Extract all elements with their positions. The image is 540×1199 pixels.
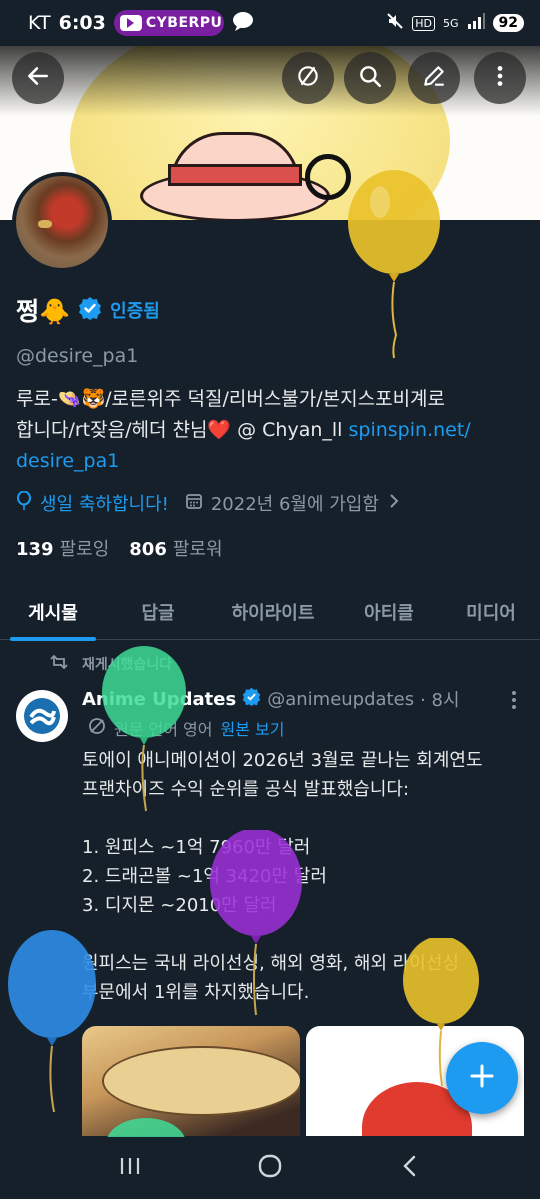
edit-button[interactable]	[408, 52, 460, 104]
verified-badge-icon	[242, 687, 261, 711]
play-icon	[119, 15, 142, 31]
bio-link-cont[interactable]: desire_pa1	[16, 450, 119, 472]
clock: 6:03	[58, 12, 106, 34]
tweet-author-avatar[interactable]	[16, 690, 68, 742]
repost-icon	[50, 654, 68, 674]
media-playing-pill[interactable]: CYBERPU	[113, 10, 224, 36]
tweet-more-button[interactable]	[504, 688, 524, 712]
banner-hat-band	[168, 164, 302, 186]
chevron-right-icon[interactable]	[387, 493, 401, 514]
followers-link[interactable]: 806 팔로워	[129, 535, 222, 561]
profile-tabs: 게시물 답글 하이라이트 아티클 미디어	[0, 584, 540, 641]
bio-line-3: desire_pa1	[16, 446, 516, 477]
blue-balloon	[8, 930, 96, 1113]
chat-bubble-icon	[232, 11, 254, 36]
status-bar: KT 6:03 CYBERPU HD 5G 92	[0, 0, 540, 46]
birthday-text[interactable]: 생일 축하합니다!	[40, 490, 169, 516]
bio-line-1: 루로-👒🐯/로른위주 덕질/리버스불가/본지스포비계로	[16, 388, 446, 410]
search-button[interactable]	[344, 52, 396, 104]
pencil-icon	[421, 63, 447, 93]
carrier-label: KT	[28, 12, 51, 34]
joined-date: 2022년 6월에 가입함	[210, 494, 379, 515]
tab-posts-label: 게시물	[28, 603, 78, 624]
following-link[interactable]: 139 팔로잉	[16, 535, 109, 561]
battery-badge: 92	[492, 14, 524, 32]
android-navigation-bar	[0, 1137, 540, 1199]
signal-icon	[467, 13, 485, 33]
followers-count: 806	[129, 539, 167, 560]
hide-button[interactable]	[282, 52, 334, 104]
compose-button[interactable]	[446, 1042, 518, 1114]
profile-avatar[interactable]	[12, 172, 112, 272]
eye-off-icon	[295, 63, 321, 93]
recent-apps-icon	[118, 1155, 142, 1181]
profile-bio: 루로-👒🐯/로른위주 덕질/리버스불가/본지스포비계로 합니다/rt잦음/헤더 …	[16, 384, 516, 477]
follow-counts: 139 팔로잉 806 팔로워	[16, 535, 223, 561]
yellow-balloon	[348, 170, 440, 359]
following-label: 팔로잉	[59, 539, 110, 560]
bio-line-2-text: 합니다/rt잦음/헤더 챤님❤️ @ Chyan_ll	[16, 419, 349, 441]
tweet-time: · 8시	[420, 690, 460, 711]
plus-icon	[468, 1062, 496, 1094]
more-vertical-icon	[487, 63, 513, 93]
profile-name: 쩡🐥	[16, 297, 71, 326]
anime-updates-logo	[24, 698, 60, 734]
followers-label: 팔로워	[172, 539, 223, 560]
tweet-author-handle[interactable]: @animeupdates	[267, 689, 414, 710]
profile-meta: 생일 축하합니다! 2022년 6월에 가입함	[16, 490, 401, 516]
chevron-left-icon	[400, 1154, 420, 1182]
hd-icon: HD	[412, 15, 435, 31]
verified-badge-icon[interactable]	[78, 296, 102, 324]
arrow-left-icon	[25, 63, 51, 93]
profile-name-row: 쩡🐥 인증됨	[16, 292, 160, 328]
home-icon	[257, 1153, 283, 1183]
network-label: 5G	[442, 16, 459, 30]
tab-posts[interactable]: 게시물	[0, 584, 106, 641]
more-options-button[interactable]	[474, 52, 526, 104]
balloon-icon	[16, 490, 32, 516]
bio-line-2: 합니다/rt잦음/헤더 챤님❤️ @ Chyan_ll spinspin.net…	[16, 415, 516, 446]
tab-replies-label: 답글	[141, 603, 175, 624]
straw-hat-shape	[102, 1046, 300, 1116]
tab-articles[interactable]: 아티클	[336, 584, 442, 640]
media-app-label: CYBERPU	[145, 15, 223, 31]
calendar-icon	[185, 492, 203, 515]
tab-media[interactable]: 미디어	[442, 584, 540, 640]
tab-highlights-label: 하이라이트	[231, 603, 315, 624]
bio-link[interactable]: spinspin.net/	[349, 419, 471, 441]
back-button[interactable]	[12, 52, 64, 104]
mute-icon	[386, 12, 404, 34]
verified-label[interactable]: 인증됨	[110, 297, 160, 323]
profile-handle: @desire_pa1	[16, 345, 139, 367]
tab-highlights[interactable]: 하이라이트	[210, 584, 336, 640]
rooster-beak	[38, 220, 52, 228]
tab-articles-label: 아티클	[364, 603, 414, 624]
tab-replies[interactable]: 답글	[106, 584, 210, 640]
home-button[interactable]	[240, 1146, 300, 1190]
green-balloon	[102, 646, 186, 812]
tab-media-label: 미디어	[466, 603, 516, 624]
back-nav-button[interactable]	[380, 1146, 440, 1190]
following-count: 139	[16, 539, 54, 560]
search-icon	[357, 63, 383, 93]
show-original-link[interactable]: 원본 보기	[221, 716, 285, 740]
purple-balloon	[210, 830, 302, 1016]
recent-apps-button[interactable]	[100, 1146, 160, 1190]
